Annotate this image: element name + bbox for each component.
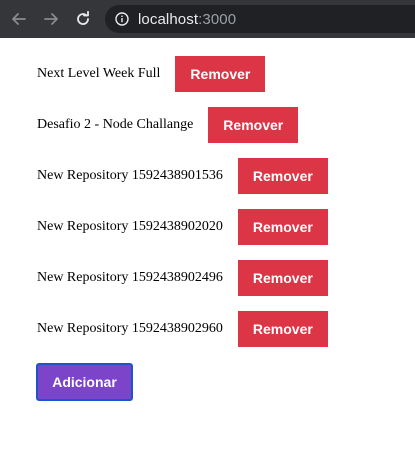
forward-arrow-icon[interactable]: [41, 9, 61, 29]
repository-title: Next Level Week Full: [37, 66, 161, 81]
remove-button[interactable]: Remover: [237, 311, 328, 347]
address-bar[interactable]: localhost:3000: [105, 5, 415, 33]
repository-title: New Repository 1592438902020: [37, 219, 223, 234]
list-item: New Repository 1592438902960 Remover: [37, 311, 328, 347]
list-item: Desafio 2 - Node Challange Remover: [37, 107, 328, 143]
remove-button[interactable]: Remover: [208, 107, 299, 143]
reload-icon[interactable]: [73, 9, 93, 29]
browser-toolbar: localhost:3000: [0, 0, 415, 38]
add-button[interactable]: Adicionar: [36, 363, 133, 401]
repository-title: Desafio 2 - Node Challange: [37, 117, 194, 132]
remove-button[interactable]: Remover: [175, 56, 266, 92]
repository-list: Next Level Week Full Remover Desafio 2 -…: [37, 56, 328, 362]
list-item: Next Level Week Full Remover: [37, 56, 328, 92]
back-arrow-icon[interactable]: [9, 9, 29, 29]
repository-title: New Repository 1592438902960: [37, 321, 223, 336]
list-item: New Repository 1592438902496 Remover: [37, 260, 328, 296]
list-item: New Repository 1592438901536 Remover: [37, 158, 328, 194]
remove-button[interactable]: Remover: [237, 158, 328, 194]
list-item: New Repository 1592438902020 Remover: [37, 209, 328, 245]
repository-title: New Repository 1592438901536: [37, 168, 223, 183]
url-text: localhost:3000: [138, 11, 236, 28]
remove-button[interactable]: Remover: [237, 209, 328, 245]
url-host: localhost: [138, 10, 199, 28]
url-port: :3000: [198, 10, 237, 28]
repository-title: New Repository 1592438902496: [37, 270, 223, 285]
remove-button[interactable]: Remover: [237, 260, 328, 296]
info-icon[interactable]: [115, 12, 129, 26]
